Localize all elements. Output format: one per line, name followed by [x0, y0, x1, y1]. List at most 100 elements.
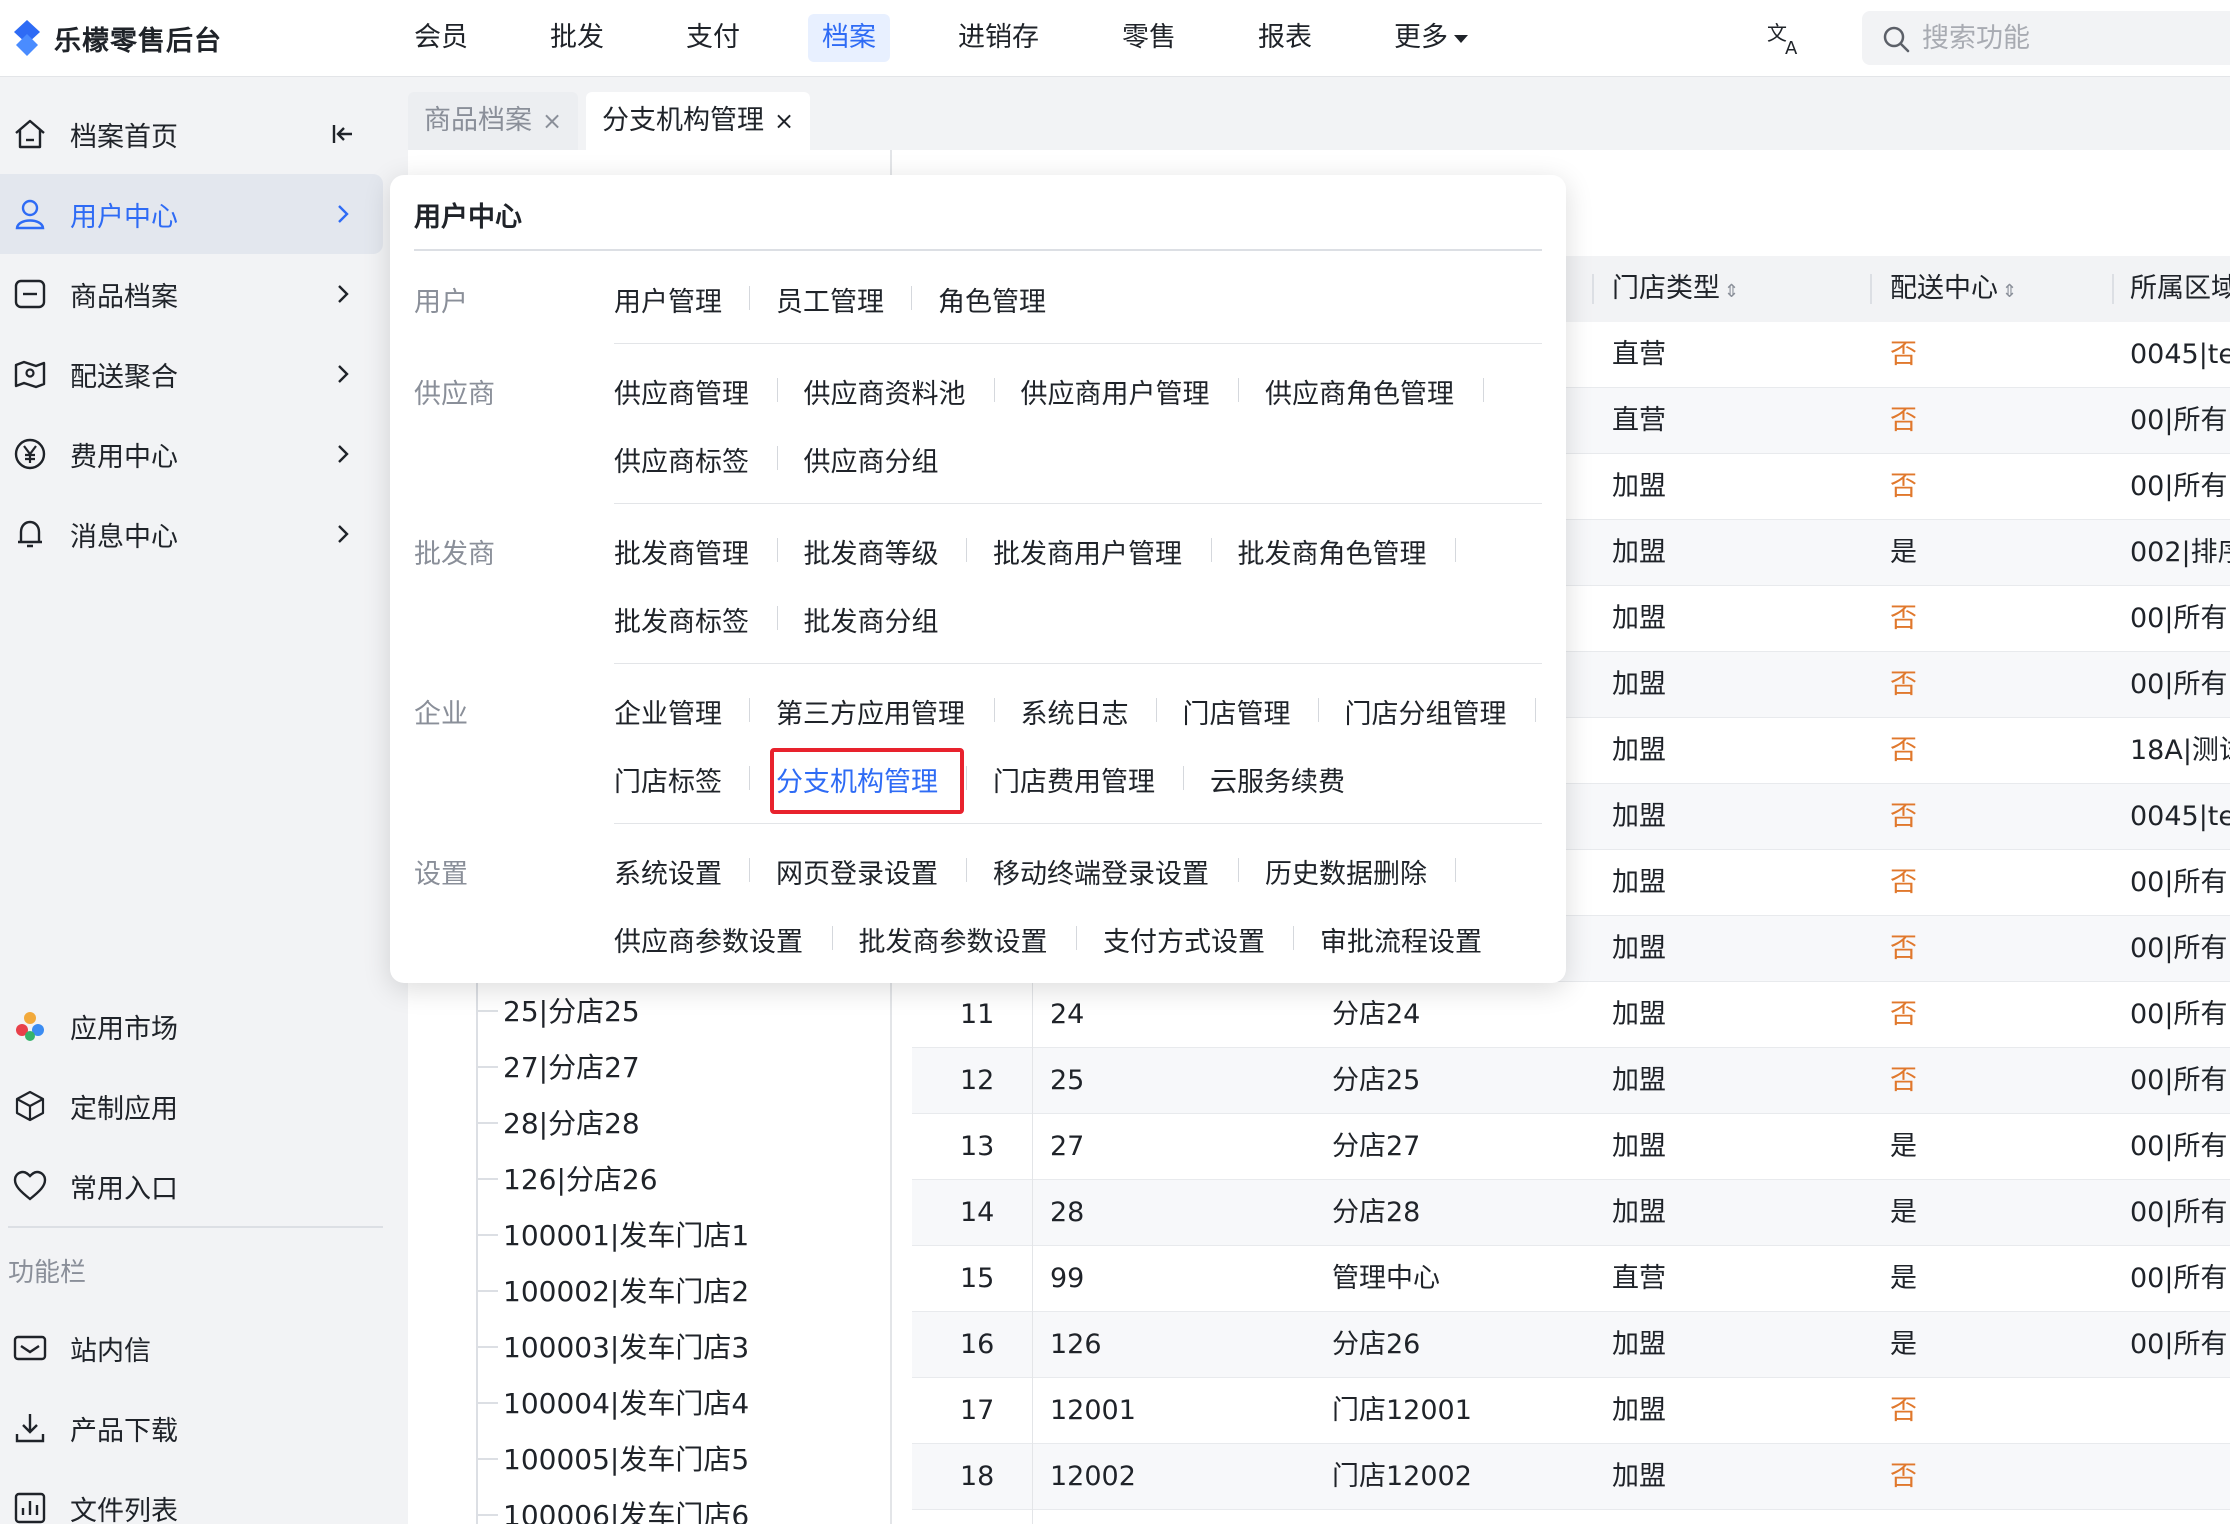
topnav-member[interactable]: 会员: [400, 14, 482, 62]
cell-region: 00|所有: [2130, 999, 2228, 1030]
dropdown-link[interactable]: 移动终端登录设置: [993, 852, 1209, 891]
dropdown-link[interactable]: 批发商等级: [804, 532, 939, 571]
link-separator: [1238, 378, 1239, 402]
sort-icon[interactable]: ⇕: [2002, 281, 2017, 302]
cell-branch-name: 分店25: [1332, 1065, 1421, 1096]
sidebar-item-downloads[interactable]: 产品下载: [0, 1388, 383, 1468]
sidebar-item-user-center[interactable]: 用户中心: [0, 174, 383, 254]
app-logo[interactable]: 乐檬零售后台: [10, 16, 222, 60]
table-row[interactable]: 14 28 分店28 加盟 是 00|所有: [912, 1180, 2230, 1246]
dropdown-link[interactable]: 门店管理: [1183, 692, 1291, 731]
topnav-archive[interactable]: 档案: [808, 14, 890, 62]
dropdown-link[interactable]: 系统日志: [1021, 692, 1129, 731]
chevron-right-icon: [338, 365, 349, 383]
sidebar-item-messages[interactable]: 消息中心: [0, 494, 383, 574]
dropdown-link[interactable]: 员工管理: [776, 280, 884, 319]
tree-node[interactable]: 27|分店27: [503, 1046, 640, 1086]
dropdown-group-divider: [614, 663, 1542, 664]
cell-store-type: 加盟: [1612, 735, 1666, 766]
tree-node[interactable]: 126|分店26: [503, 1158, 658, 1198]
column-header-store-type[interactable]: 门店类型 ⇕: [1612, 256, 1739, 322]
dropdown-link[interactable]: 供应商用户管理: [1021, 372, 1210, 411]
dropdown-link[interactable]: 供应商资料池: [804, 372, 966, 411]
translate-icon[interactable]: 文 A: [1765, 18, 1805, 58]
heart-icon: [13, 1170, 47, 1201]
table-row[interactable]: 13 27 分店27 加盟 是 00|所有: [912, 1114, 2230, 1180]
dropdown-link[interactable]: 供应商分组: [804, 440, 939, 479]
cell-distribution-center: 否: [1890, 1395, 1917, 1426]
user-icon: [15, 199, 45, 230]
dropdown-link[interactable]: 供应商参数设置: [614, 920, 803, 959]
dropdown-link[interactable]: 云服务续费: [1210, 760, 1345, 799]
dropdown-link[interactable]: 用户管理: [614, 280, 722, 319]
dropdown-link[interactable]: 企业管理: [614, 692, 722, 731]
search-box[interactable]: [1862, 11, 2230, 65]
dropdown-link[interactable]: 批发商用户管理: [993, 532, 1182, 571]
table-row[interactable]: 16 126 分店26 加盟 是 00|所有: [912, 1312, 2230, 1378]
logo-icon: [14, 20, 40, 56]
tab-branch-management[interactable]: 分支机构管理 ×: [586, 92, 811, 150]
sidebar-item-delivery[interactable]: 配送聚合: [0, 334, 383, 414]
dropdown-link[interactable]: 供应商标签: [614, 440, 749, 479]
tree-node[interactable]: 100003|发车门店3: [503, 1326, 749, 1366]
dropdown-link[interactable]: 批发商标签: [614, 600, 749, 639]
search-input[interactable]: [1922, 11, 2222, 65]
table-row[interactable]: 12 25 分店25 加盟 否 00|所有: [912, 1048, 2230, 1114]
tree-node[interactable]: 28|分店28: [503, 1102, 640, 1142]
dropdown-link[interactable]: 供应商角色管理: [1265, 372, 1454, 411]
table-row[interactable]: 18 12002 门店12002 加盟 否: [912, 1444, 2230, 1510]
cell-region: 00|所有: [2130, 405, 2228, 436]
tree-node[interactable]: 100004|发车门店4: [503, 1382, 749, 1422]
table-row[interactable]: 17 12001 门店12001 加盟 否: [912, 1378, 2230, 1444]
header-divider: [2112, 274, 2114, 304]
sidebar-item-favorites[interactable]: 常用入口: [0, 1146, 383, 1226]
table-row[interactable]: 11 24 分店24 加盟 否 00|所有: [912, 982, 2230, 1048]
close-icon[interactable]: ×: [774, 107, 794, 135]
sidebar-item-expense[interactable]: 费用中心: [0, 414, 383, 494]
dropdown-link[interactable]: 历史数据删除: [1265, 852, 1427, 891]
dropdown-link[interactable]: 系统设置: [614, 852, 722, 891]
dropdown-link[interactable]: 批发商参数设置: [859, 920, 1048, 959]
dropdown-link[interactable]: 门店分组管理: [1345, 692, 1507, 731]
sidebar-item-file-list[interactable]: 文件列表: [0, 1468, 383, 1524]
tree-node[interactable]: 100006|发车门店6: [503, 1494, 749, 1524]
dropdown-link[interactable]: 门店费用管理: [993, 760, 1155, 799]
tree-node[interactable]: 100001|发车门店1: [503, 1214, 749, 1254]
svg-text:A: A: [1785, 38, 1798, 58]
tree-connector: [478, 1178, 498, 1180]
table-row[interactable]: 15 99 管理中心 直营 是 00|所有: [912, 1246, 2230, 1312]
collapse-sidebar-icon[interactable]: [330, 121, 356, 147]
dropdown-link[interactable]: 审批流程设置: [1320, 920, 1482, 959]
dropdown-link[interactable]: 批发商角色管理: [1238, 532, 1427, 571]
sort-icon[interactable]: ⇕: [1724, 281, 1739, 302]
topnav-more[interactable]: 更多: [1380, 14, 1482, 62]
dropdown-link[interactable]: 批发商管理: [614, 532, 749, 571]
sidebar-item-archive-home[interactable]: 档案首页: [0, 94, 383, 174]
tree-node[interactable]: 25|分店25: [503, 990, 640, 1030]
tree-node[interactable]: 100002|发车门店2: [503, 1270, 749, 1310]
topnav-payment[interactable]: 支付: [672, 14, 754, 62]
column-header-region[interactable]: 所属区域: [2130, 256, 2230, 322]
tab-product-archive[interactable]: 商品档案 ×: [408, 92, 579, 150]
topnav-inventory[interactable]: 进销存: [944, 14, 1053, 62]
dropdown-link[interactable]: 第三方应用管理: [776, 692, 965, 731]
close-icon[interactable]: ×: [542, 107, 562, 135]
chevron-right-icon: [338, 285, 349, 303]
tree-node[interactable]: 100005|发车门店5: [503, 1438, 749, 1478]
topnav-retail[interactable]: 零售: [1108, 14, 1190, 62]
column-header-distribution-center[interactable]: 配送中心 ⇕: [1890, 256, 2017, 322]
dropdown-link[interactable]: 角色管理: [938, 280, 1046, 319]
sidebar-item-custom-apps[interactable]: 定制应用: [0, 1066, 383, 1146]
sidebar-item-app-market[interactable]: 应用市场: [0, 986, 383, 1066]
mail-icon: [13, 1335, 47, 1361]
link-separator: [1293, 926, 1294, 950]
sidebar-item-inbox[interactable]: 站内信: [0, 1308, 383, 1388]
dropdown-link[interactable]: 网页登录设置: [776, 852, 938, 891]
dropdown-link[interactable]: 供应商管理: [614, 372, 749, 411]
sidebar-item-product-archive[interactable]: 商品档案: [0, 254, 383, 334]
dropdown-link[interactable]: 批发商分组: [804, 600, 939, 639]
dropdown-link[interactable]: 门店标签: [614, 760, 722, 799]
topnav-report[interactable]: 报表: [1244, 14, 1326, 62]
topnav-wholesale[interactable]: 批发: [536, 14, 618, 62]
dropdown-link[interactable]: 支付方式设置: [1103, 920, 1265, 959]
